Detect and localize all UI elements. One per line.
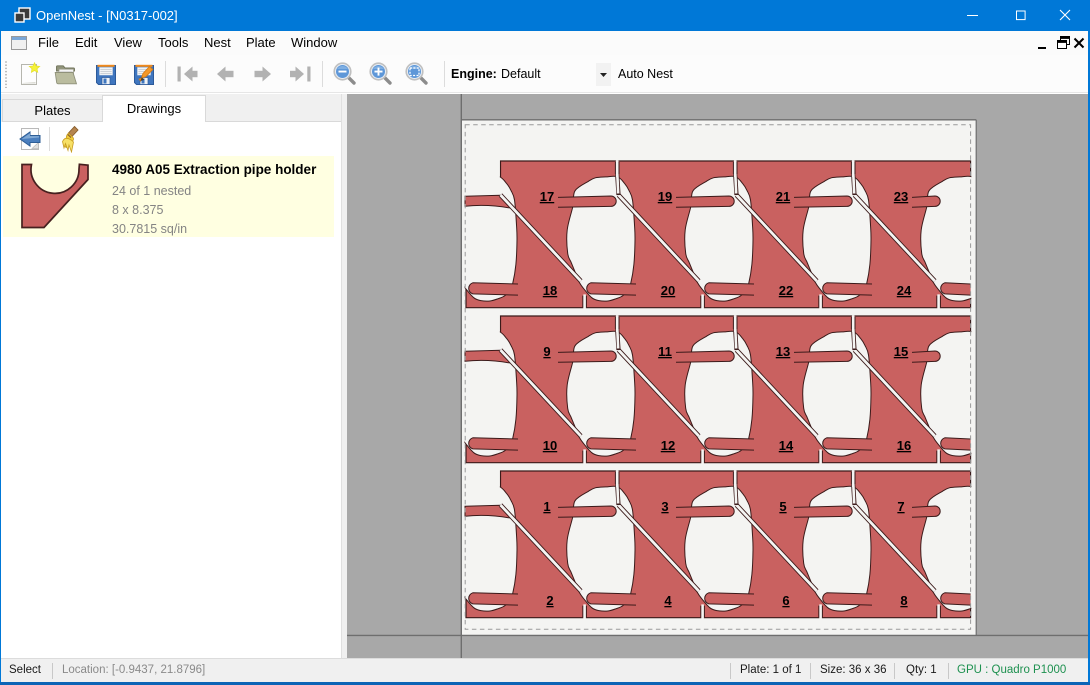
svg-text:21: 21 [776, 189, 790, 204]
svg-text:6: 6 [782, 593, 789, 608]
svg-text:14: 14 [779, 438, 794, 453]
svg-text:3: 3 [661, 499, 668, 514]
svg-text:1: 1 [543, 499, 550, 514]
svg-text:24: 24 [897, 283, 912, 298]
svg-text:7: 7 [897, 499, 904, 514]
svg-text:22: 22 [779, 283, 793, 298]
svg-text:16: 16 [897, 438, 911, 453]
svg-text:2: 2 [546, 593, 553, 608]
svg-text:20: 20 [661, 283, 675, 298]
svg-text:18: 18 [543, 283, 557, 298]
svg-text:10: 10 [543, 438, 557, 453]
svg-text:5: 5 [779, 499, 786, 514]
svg-text:13: 13 [776, 344, 790, 359]
svg-text:8: 8 [900, 593, 907, 608]
svg-text:12: 12 [661, 438, 675, 453]
svg-text:17: 17 [540, 189, 554, 204]
svg-text:23: 23 [894, 189, 908, 204]
svg-text:19: 19 [658, 189, 672, 204]
svg-text:15: 15 [894, 344, 908, 359]
svg-text:4: 4 [664, 593, 672, 608]
svg-text:11: 11 [658, 344, 672, 359]
svg-text:9: 9 [543, 344, 550, 359]
